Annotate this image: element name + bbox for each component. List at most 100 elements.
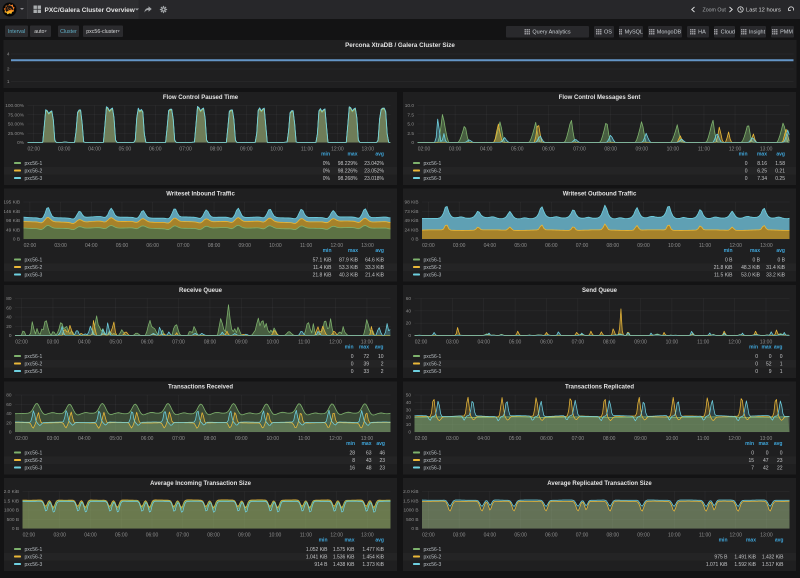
svg-text:7: 7 [751, 466, 754, 472]
svg-text:07:00: 07:00 [177, 533, 190, 539]
svg-text:60: 60 [6, 305, 12, 311]
svg-text:pxc56-3: pxc56-3 [25, 176, 43, 182]
svg-text:4: 4 [7, 52, 10, 58]
svg-text:0: 0 [408, 333, 411, 339]
svg-text:avg: avg [376, 441, 385, 447]
svg-text:avg: avg [774, 345, 783, 351]
svg-text:0 B: 0 B [725, 258, 733, 264]
svg-text:max: max [344, 538, 354, 544]
svg-text:pxc56-3: pxc56-3 [25, 466, 43, 472]
svg-text:10:00: 10:00 [666, 340, 679, 346]
svg-text:04:00: 04:00 [484, 243, 497, 249]
svg-text:11.4 KiB: 11.4 KiB [313, 265, 332, 271]
svg-text:07:00: 07:00 [572, 340, 585, 346]
svg-text:max: max [347, 152, 357, 158]
svg-text:avg: avg [375, 538, 384, 544]
svg-text:40: 40 [406, 400, 412, 406]
svg-text:08:00: 08:00 [204, 340, 217, 346]
svg-text:13:00: 13:00 [760, 243, 773, 249]
svg-text:0: 0 [411, 140, 414, 146]
svg-text:12:00: 12:00 [329, 340, 342, 346]
svg-text:1.071 KiB: 1.071 KiB [706, 562, 728, 568]
svg-text:1: 1 [7, 79, 10, 85]
svg-text:11:00: 11:00 [301, 147, 313, 153]
svg-text:1.575 KiB: 1.575 KiB [333, 547, 355, 553]
svg-text:12:00: 12:00 [729, 533, 742, 539]
svg-text:146 KiB: 146 KiB [4, 209, 20, 215]
svg-text:min: min [749, 345, 758, 351]
svg-text:03:00: 03:00 [47, 436, 60, 442]
svg-text:07:00: 07:00 [576, 243, 589, 249]
svg-text:max: max [750, 248, 760, 254]
svg-text:max: max [348, 248, 358, 254]
svg-text:04:00: 04:00 [477, 436, 490, 442]
svg-text:11:00: 11:00 [697, 340, 709, 346]
svg-text:0 B: 0 B [12, 526, 19, 532]
svg-text:pxc56-1: pxc56-1 [25, 451, 43, 457]
svg-text:13:00: 13:00 [361, 533, 374, 539]
svg-text:1000 B: 1000 B [4, 508, 19, 514]
svg-text:03:00: 03:00 [453, 243, 466, 249]
svg-text:23: 23 [379, 458, 385, 464]
svg-text:10:00: 10:00 [667, 147, 680, 153]
svg-text:10:00: 10:00 [668, 243, 681, 249]
svg-text:05:00: 05:00 [119, 147, 132, 153]
svg-text:73 KiB: 73 KiB [405, 209, 419, 215]
svg-text:0.21: 0.21 [775, 169, 785, 175]
svg-text:100.00%: 100.00% [5, 103, 25, 109]
svg-text:1.477 KiB: 1.477 KiB [362, 547, 384, 553]
svg-text:12:00: 12:00 [728, 436, 741, 442]
svg-text:max: max [361, 441, 371, 447]
svg-text:11.5 KiB: 11.5 KiB [714, 273, 733, 279]
svg-text:07:00: 07:00 [576, 533, 589, 539]
svg-text:0: 0 [9, 430, 12, 436]
svg-text:pxc56-3: pxc56-3 [424, 466, 442, 472]
svg-text:10:00: 10:00 [668, 533, 681, 539]
svg-text:02:00: 02:00 [23, 533, 36, 539]
svg-text:06:00: 06:00 [141, 340, 154, 346]
svg-text:09:00: 09:00 [235, 436, 248, 442]
svg-text:pxc56-1: pxc56-1 [25, 354, 43, 360]
svg-text:21.4 KiB: 21.4 KiB [365, 273, 385, 279]
svg-text:05:00: 05:00 [109, 340, 122, 346]
svg-text:1000 B: 1000 B [403, 508, 418, 514]
svg-text:21.8 KiB: 21.8 KiB [714, 265, 734, 271]
svg-text:02:00: 02:00 [15, 436, 28, 442]
svg-text:0.25: 0.25 [775, 176, 785, 182]
svg-text:1.041 KiB: 1.041 KiB [306, 555, 328, 561]
svg-text:05:00: 05:00 [511, 147, 524, 153]
svg-text:07:00: 07:00 [172, 436, 185, 442]
svg-text:7.34: 7.34 [757, 176, 767, 182]
svg-text:06:00: 06:00 [540, 436, 553, 442]
svg-text:Zoom Out: Zoom Out [703, 7, 727, 13]
svg-text:02:00: 02:00 [28, 147, 41, 153]
svg-text:min: min [321, 152, 330, 158]
svg-text:06:00: 06:00 [146, 533, 159, 539]
svg-text:05:00: 05:00 [115, 533, 128, 539]
svg-text:avg: avg [776, 152, 785, 158]
svg-text:min: min [345, 345, 354, 351]
svg-text:10.0: 10.0 [405, 103, 415, 109]
svg-text:09:00: 09:00 [637, 533, 650, 539]
svg-text:10: 10 [378, 354, 384, 360]
svg-text:08:00: 08:00 [603, 340, 616, 346]
svg-text:0%: 0% [17, 140, 25, 146]
svg-text:0: 0 [745, 176, 748, 182]
svg-text:0: 0 [351, 369, 354, 375]
svg-text:avg: avg [375, 345, 384, 351]
svg-text:pxc56-2: pxc56-2 [424, 458, 442, 464]
svg-text:87.9 KiB: 87.9 KiB [339, 258, 359, 264]
svg-text:08:00: 08:00 [208, 243, 221, 249]
svg-text:04:00: 04:00 [78, 436, 91, 442]
svg-text:10:00: 10:00 [269, 533, 282, 539]
svg-text:03:00: 03:00 [446, 436, 459, 442]
svg-text:0%: 0% [323, 169, 331, 175]
svg-text:57.1 KiB: 57.1 KiB [313, 258, 333, 264]
svg-text:2.0 KiB: 2.0 KiB [4, 489, 19, 495]
svg-text:06:00: 06:00 [141, 436, 154, 442]
svg-text:80: 80 [6, 296, 12, 302]
svg-text:11:00: 11:00 [698, 147, 710, 153]
svg-text:0 B: 0 B [411, 237, 418, 243]
svg-text:11:00: 11:00 [699, 243, 711, 249]
svg-text:08:00: 08:00 [607, 533, 620, 539]
